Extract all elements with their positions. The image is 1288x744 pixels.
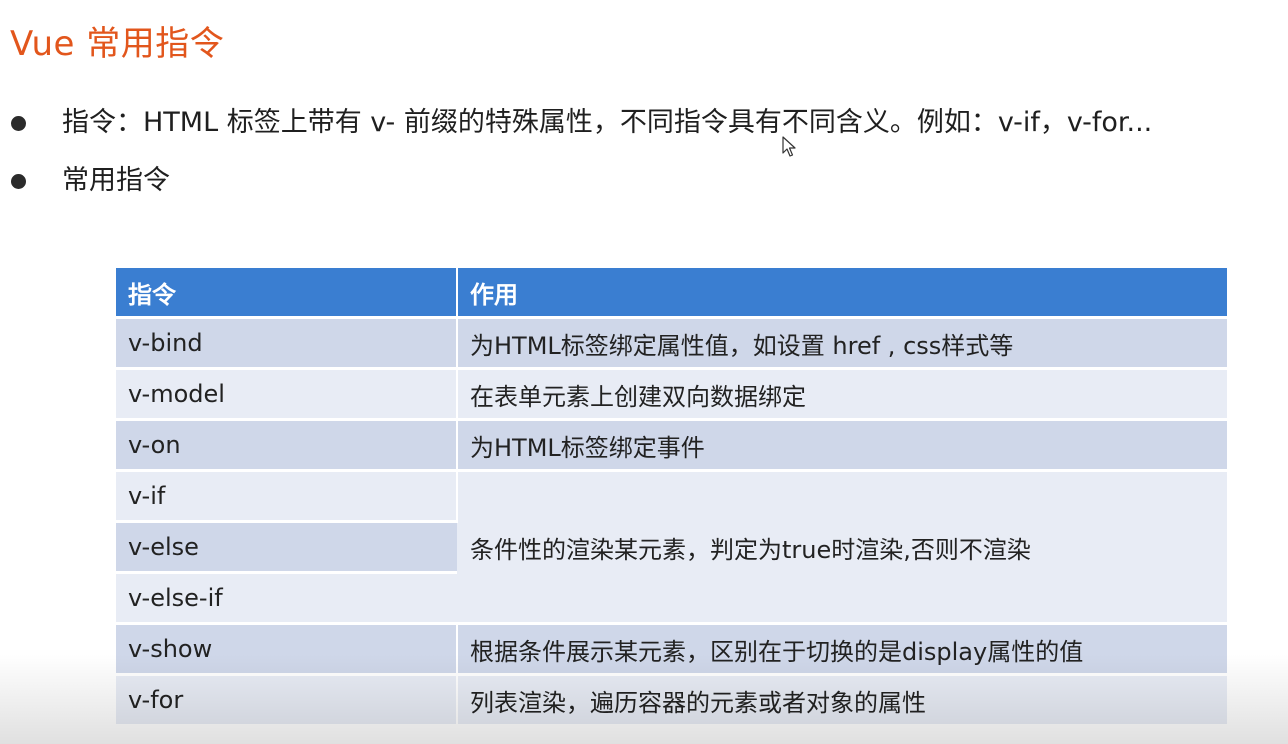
directive-cell: v-on <box>116 419 458 472</box>
directive-cell: v-show <box>116 623 458 676</box>
header-effect: 作用 <box>457 268 1227 319</box>
effect-cell: 列表渲染，遍历容器的元素或者对象的属性 <box>457 674 1227 727</box>
header-directive: 指令 <box>116 268 458 319</box>
directive-cell: v-model <box>116 368 458 421</box>
effect-cell: 在表单元素上创建双向数据绑定 <box>457 368 1227 421</box>
bullet-dot-icon <box>11 116 26 131</box>
table-row: v-model 在表单元素上创建双向数据绑定 <box>116 368 1227 421</box>
table-row: v-for 列表渲染，遍历容器的元素或者对象的属性 <box>116 674 1227 727</box>
directive-cell: v-if <box>116 470 458 523</box>
bullet-text: 指令：HTML 标签上带有 v- 前缀的特殊属性，不同指令具有不同含义。例如：v… <box>62 107 1153 138</box>
effect-cell: 为HTML标签绑定事件 <box>457 419 1227 472</box>
directive-cell: v-bind <box>116 317 458 370</box>
slide-title: Vue 常用指令 <box>10 24 225 64</box>
table-row: v-if 条件性的渲染某元素，判定为true时渲染,否则不渲染 <box>116 470 1227 625</box>
table-row: v-bind 为HTML标签绑定属性值，如设置 href , css样式等 <box>116 317 1227 370</box>
table-row: v-show 根据条件展示某元素，区别在于切换的是display属性的值 <box>116 623 1227 676</box>
table-header-row: 指令 作用 <box>116 268 1227 319</box>
bullet-text: 常用指令 <box>62 165 170 196</box>
effect-cell: 根据条件展示某元素，区别在于切换的是display属性的值 <box>457 623 1227 676</box>
directive-cell: v-for <box>116 674 458 727</box>
directive-cell: v-else <box>116 521 457 574</box>
directives-table: 指令 作用 v-bind 为HTML标签绑定属性值，如设置 href , css… <box>116 268 1227 727</box>
effect-cell: 条件性的渲染某元素，判定为true时渲染,否则不渲染 <box>457 470 1227 625</box>
bullet-dot-icon <box>11 174 26 189</box>
effect-cell: 为HTML标签绑定属性值，如设置 href , css样式等 <box>457 317 1227 370</box>
table-row: v-on 为HTML标签绑定事件 <box>116 419 1227 472</box>
directive-cell: v-else-if <box>116 572 457 625</box>
mouse-pointer-icon <box>782 136 796 157</box>
